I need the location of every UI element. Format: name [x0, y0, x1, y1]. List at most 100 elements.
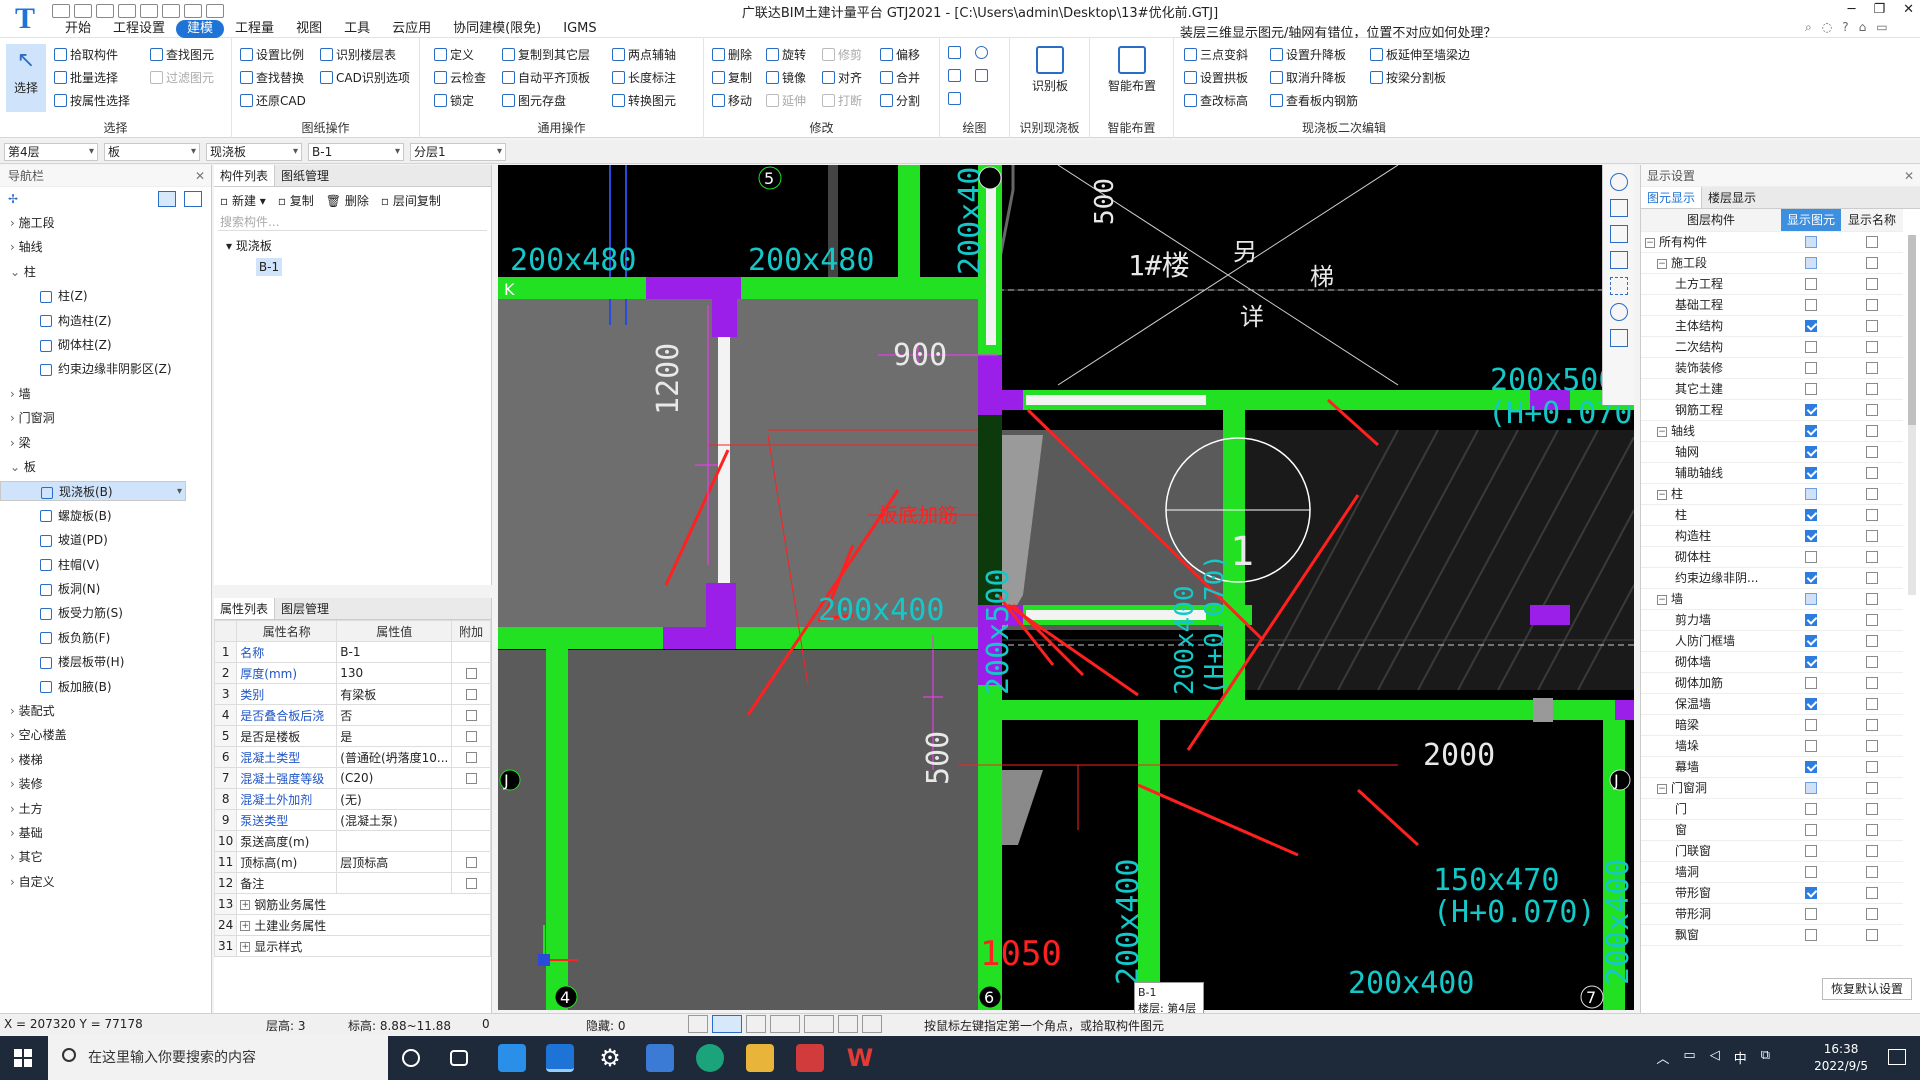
show-name-checkbox[interactable] [1866, 824, 1878, 836]
chat-icon[interactable]: ◌ [1822, 20, 1832, 35]
extra-checkbox[interactable] [465, 689, 477, 700]
chevron-right-icon[interactable]: › [10, 411, 19, 425]
display-row[interactable]: − 柱 [1641, 483, 1903, 505]
beam[interactable] [898, 165, 920, 285]
display-row[interactable]: − 轴线 [1641, 420, 1903, 442]
delete-button[interactable]: 删除 [712, 46, 752, 63]
display-row[interactable]: 剪力墙 [1641, 609, 1903, 631]
delete-component-button[interactable]: 🗑 删除 [326, 192, 369, 209]
component-search-input[interactable]: 搜索构件... [218, 213, 487, 231]
close-icon[interactable]: ✕ [1904, 165, 1914, 187]
menu-item[interactable]: 建模 [176, 20, 225, 38]
save-icon[interactable] [96, 4, 114, 18]
show-element-checkbox[interactable] [1805, 740, 1817, 752]
wps-taskbar-icon[interactable]: W [846, 1044, 874, 1072]
tab-property-list[interactable]: 属性列表 [214, 598, 276, 619]
cancel-raise-button[interactable]: 取消升降板 [1270, 69, 1346, 86]
chevron-right-icon[interactable]: › [10, 826, 19, 840]
display-row[interactable]: 门 [1641, 798, 1903, 820]
show-element-checkbox[interactable] [1805, 530, 1817, 542]
menu-item[interactable]: 云应用 [381, 20, 442, 38]
menu-item[interactable]: 工具 [333, 20, 381, 38]
nav-subitem[interactable]: 柱(Z) [0, 286, 186, 306]
layer-view-icon[interactable] [1609, 225, 1628, 243]
menu-item[interactable]: 开始 [54, 20, 102, 38]
floor-select[interactable]: 第4层 [4, 143, 98, 161]
auto-flush-button[interactable]: 自动平齐顶板 [502, 69, 590, 86]
close-icon[interactable]: ✕ [1903, 2, 1914, 17]
copy-between-floors-button[interactable]: ▫ 层间复制 [381, 192, 441, 209]
display-row[interactable]: 构造柱 [1641, 525, 1903, 547]
collapse-icon[interactable]: − [1657, 594, 1667, 605]
cad-options-button[interactable]: CAD识别选项 [320, 69, 410, 86]
redo-icon[interactable] [140, 4, 158, 18]
line-icon[interactable] [948, 69, 961, 82]
close-icon[interactable]: ✕ [195, 165, 205, 187]
property-row[interactable]: 12 备注 [213, 872, 491, 894]
display-row[interactable]: 钢筋工程 [1641, 399, 1903, 421]
break-button[interactable]: 打断 [822, 92, 862, 109]
length-dimension-button[interactable]: 长度标注 [612, 69, 676, 86]
chevron-right-icon[interactable]: › [10, 704, 19, 718]
axis-bubble[interactable] [978, 166, 1002, 190]
task-view-icon[interactable] [450, 1050, 468, 1066]
display-row[interactable]: 二次结构 [1641, 336, 1903, 358]
show-element-checkbox[interactable] [1805, 614, 1817, 626]
display-row[interactable]: 轴网 [1641, 441, 1903, 463]
open-file-icon[interactable] [74, 4, 92, 18]
zoom-extents-icon[interactable] [1609, 277, 1628, 295]
collapse-icon[interactable]: − [1657, 489, 1667, 500]
find-element-button[interactable]: 查找图元 [150, 46, 214, 63]
extra-checkbox[interactable] [465, 878, 477, 889]
show-element-checkbox[interactable] [1805, 509, 1817, 521]
two-point-axis-button[interactable]: 两点辅轴 [612, 46, 676, 63]
list-view-icon[interactable] [158, 191, 176, 207]
split-by-beam-button[interactable]: 按梁分割板 [1370, 69, 1446, 86]
show-name-checkbox[interactable] [1866, 572, 1878, 584]
column[interactable] [1615, 700, 1634, 720]
property-value[interactable]: 有梁板 [336, 683, 453, 705]
show-name-checkbox[interactable] [1866, 908, 1878, 920]
menu-item[interactable]: 视图 [285, 20, 333, 38]
nav-subitem[interactable]: 坡道(PD) [0, 530, 186, 550]
display-row[interactable]: 带形窗 [1641, 882, 1903, 904]
show-name-checkbox[interactable] [1866, 635, 1878, 647]
show-element-checkbox[interactable] [1805, 635, 1817, 647]
property-value[interactable]: B-1 [336, 641, 453, 663]
circle-icon[interactable] [975, 46, 988, 59]
collapse-icon[interactable]: − [1657, 783, 1667, 794]
select-by-property-button[interactable]: 按属性选择 [54, 92, 130, 109]
nav-group[interactable]: › 土方 [0, 799, 200, 819]
show-element-checkbox[interactable] [1805, 383, 1817, 395]
display-row[interactable]: 暗梁 [1641, 714, 1903, 736]
chevron-right-icon[interactable]: › [10, 802, 19, 816]
chevron-up-icon[interactable]: ︿ [1656, 1048, 1669, 1067]
tab-floor-display[interactable]: 楼层显示 [1702, 187, 1762, 208]
nav-group[interactable]: › 轴线 [0, 237, 200, 257]
drawing-canvas[interactable]: 200x480 200x480 200x400 200x500 (H+0.070… [498, 165, 1634, 1010]
show-element-checkbox[interactable] [1805, 488, 1817, 500]
nav-subitem[interactable]: 砌体柱(Z) [0, 335, 186, 355]
nav-subitem[interactable]: 现浇板(B) [0, 481, 186, 502]
nav-group[interactable]: › 楼梯 [0, 750, 200, 770]
category-select[interactable]: 板 [104, 143, 200, 161]
show-element-checkbox[interactable] [1805, 467, 1817, 479]
nav-subitem[interactable]: 板洞(N) [0, 579, 186, 599]
property-row[interactable]: 5 是否是楼板 是 [213, 725, 491, 747]
display-row[interactable]: 装饰装修 [1641, 357, 1903, 379]
check-elevation-button[interactable]: 查改标高 [1184, 92, 1248, 109]
copy-to-floor-button[interactable]: 复制到其它层 [502, 46, 590, 63]
extra-checkbox[interactable] [465, 773, 477, 784]
show-element-checkbox[interactable] [1805, 593, 1817, 605]
column[interactable] [712, 277, 737, 337]
tab-element-display[interactable]: 图元显示 [1641, 187, 1703, 208]
menu-item[interactable]: 协同建模(限免) [442, 20, 552, 38]
mirror-button[interactable]: 镜像 [766, 69, 806, 86]
chevron-down-icon[interactable]: ⌄ [10, 265, 24, 279]
menu-item[interactable]: 工程设置 [102, 20, 176, 38]
show-element-checkbox[interactable] [1805, 761, 1817, 773]
show-element-checkbox[interactable] [1805, 866, 1817, 878]
convert-element-button[interactable]: 转换图元 [612, 92, 676, 109]
layer-select[interactable]: 分层1 [410, 143, 506, 161]
show-name-checkbox[interactable] [1866, 719, 1878, 731]
